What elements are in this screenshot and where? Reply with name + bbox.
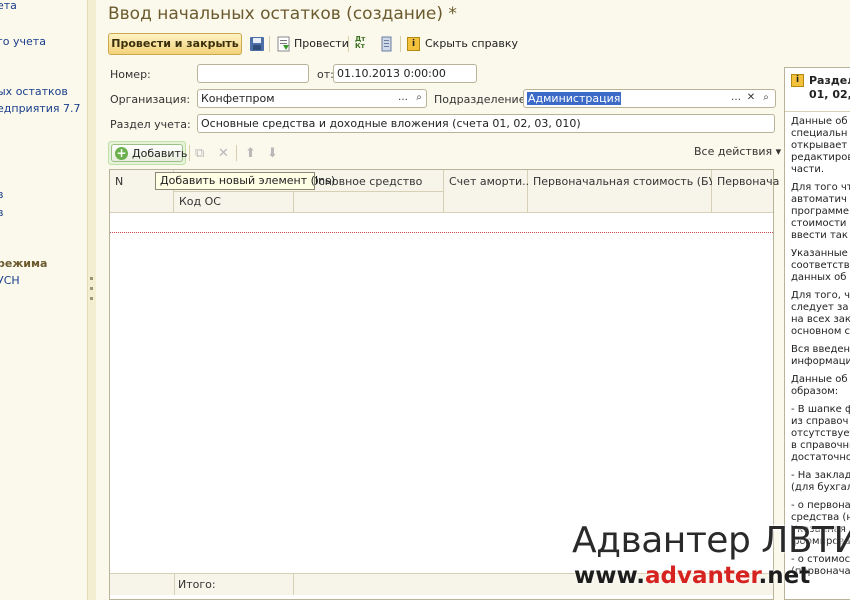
- help-paragraph: Для того чт автоматич программе стоимост…: [791, 182, 850, 241]
- organization-field[interactable]: Конфетпром: [197, 89, 427, 108]
- info-icon: i: [791, 74, 804, 87]
- splitter-grip: [90, 287, 93, 290]
- delete-icon[interactable]: ✕: [218, 146, 229, 161]
- search-icon[interactable]: ⌕: [758, 90, 774, 107]
- floppy-disk-icon[interactable]: [249, 36, 265, 52]
- nav-item[interactable]: едприятия 7.7: [0, 102, 80, 115]
- move-down-icon[interactable]: ⬇: [267, 146, 278, 161]
- post-document-icon[interactable]: [276, 36, 292, 52]
- help-paragraph: - В шапке ф из справоч отсутствует в спр…: [791, 404, 850, 463]
- watermark-url: www.advanter.net: [574, 563, 811, 589]
- hide-help-button[interactable]: Скрыть справку: [425, 37, 518, 50]
- splitter-grip: [90, 297, 93, 300]
- header-bottom-line: [110, 212, 773, 213]
- footer-total-label: Итого:: [178, 578, 216, 591]
- watermark: Адвантер ЛВТИ www.advanter.net: [570, 520, 850, 600]
- select-department-button[interactable]: …: [728, 90, 744, 107]
- nav-item[interactable]: ета: [0, 0, 17, 12]
- info-icon: i: [407, 37, 420, 51]
- nav-item[interactable]: в: [0, 206, 3, 219]
- plus-icon: +: [115, 146, 128, 160]
- date-field[interactable]: 01.10.2013 0:00:00: [333, 64, 477, 83]
- all-actions-label: Все действия: [694, 145, 773, 158]
- row-separator: [110, 232, 773, 233]
- help-paragraph: Данные об образом:: [791, 374, 848, 397]
- column-header-asset-code[interactable]: Код ОС: [174, 191, 294, 212]
- organization-value: Конфетпром: [201, 92, 275, 105]
- add-tooltip: Добавить новый элемент (Ins): [155, 172, 335, 190]
- help-header: i Раздел 01, 02,: [785, 68, 850, 112]
- add-button[interactable]: + Добавить: [111, 144, 187, 162]
- nav-item[interactable]: го учета: [0, 35, 46, 48]
- report-icon[interactable]: [379, 36, 395, 52]
- panel-splitter[interactable]: [88, 0, 96, 600]
- column-header-depreciation-account[interactable]: Счет аморти...: [444, 170, 533, 212]
- help-paragraph: Вся введен информаци: [791, 344, 850, 367]
- form-title: Ввод начальных остатков (создание) *: [108, 4, 457, 24]
- department-value: Администрация: [527, 92, 622, 105]
- organization-label: Организация:: [110, 93, 191, 106]
- help-title-accounts: 01, 02,: [809, 88, 850, 101]
- nav-item[interactable]: ых остатков: [0, 85, 68, 98]
- post-and-close-button[interactable]: Провести и закрыть: [108, 33, 242, 55]
- help-title: Раздел: [809, 74, 850, 87]
- document-form: Ввод начальных остатков (создание) * Про…: [96, 0, 850, 600]
- accounting-section-label: Раздел учета:: [110, 118, 191, 131]
- number-field[interactable]: [197, 64, 309, 83]
- help-paragraph: Указанные соответств данных об с: [791, 248, 850, 283]
- column-header-empty: [294, 191, 444, 212]
- select-organization-button[interactable]: …: [395, 90, 411, 107]
- left-navigation-panel: ета го учета ых остатков едприятия 7.7 в…: [0, 0, 88, 600]
- toolbar-separator: [236, 145, 237, 161]
- column-header-initial-cost-bu[interactable]: Первоначальная стоимость (БУ): [528, 170, 720, 212]
- help-paragraph: - На заклад (для бухгал: [791, 470, 850, 493]
- help-paragraph: Для того, ч следует за на всех зак основ…: [791, 290, 850, 337]
- toolbar-separator: [189, 145, 190, 161]
- accounting-section-field[interactable]: Основные средства и доходные вложения (с…: [197, 114, 775, 133]
- post-button[interactable]: Провести: [294, 37, 349, 50]
- department-label: Подразделение:: [434, 93, 530, 106]
- add-button-label: Добавить: [132, 147, 188, 160]
- clear-icon[interactable]: ✕: [743, 90, 759, 107]
- nav-section-title: режима: [0, 257, 48, 270]
- column-header-initial-cost[interactable]: Первонача: [712, 170, 779, 212]
- debit-credit-icon[interactable]: Дт Кт: [355, 36, 371, 52]
- copy-icon[interactable]: ⧉: [195, 146, 204, 161]
- nav-item[interactable]: в: [0, 188, 3, 201]
- nav-item[interactable]: УСН: [0, 274, 20, 287]
- search-icon[interactable]: ⌕: [411, 90, 427, 107]
- add-button-highlight: + Добавить: [108, 141, 187, 165]
- toolbar-separator: [400, 36, 401, 52]
- number-label: Номер:: [110, 68, 151, 81]
- toolbar-separator: [348, 36, 349, 52]
- help-paragraph: Данные об специальн открывает редактиров…: [791, 116, 850, 175]
- move-up-icon[interactable]: ⬆: [245, 146, 256, 161]
- all-actions-menu[interactable]: Все действия ▾: [694, 145, 781, 158]
- toolbar-separator: [269, 36, 270, 52]
- date-label: от:: [317, 68, 334, 81]
- watermark-brand: Адвантер ЛВТИ: [572, 520, 850, 561]
- splitter-grip: [90, 277, 93, 280]
